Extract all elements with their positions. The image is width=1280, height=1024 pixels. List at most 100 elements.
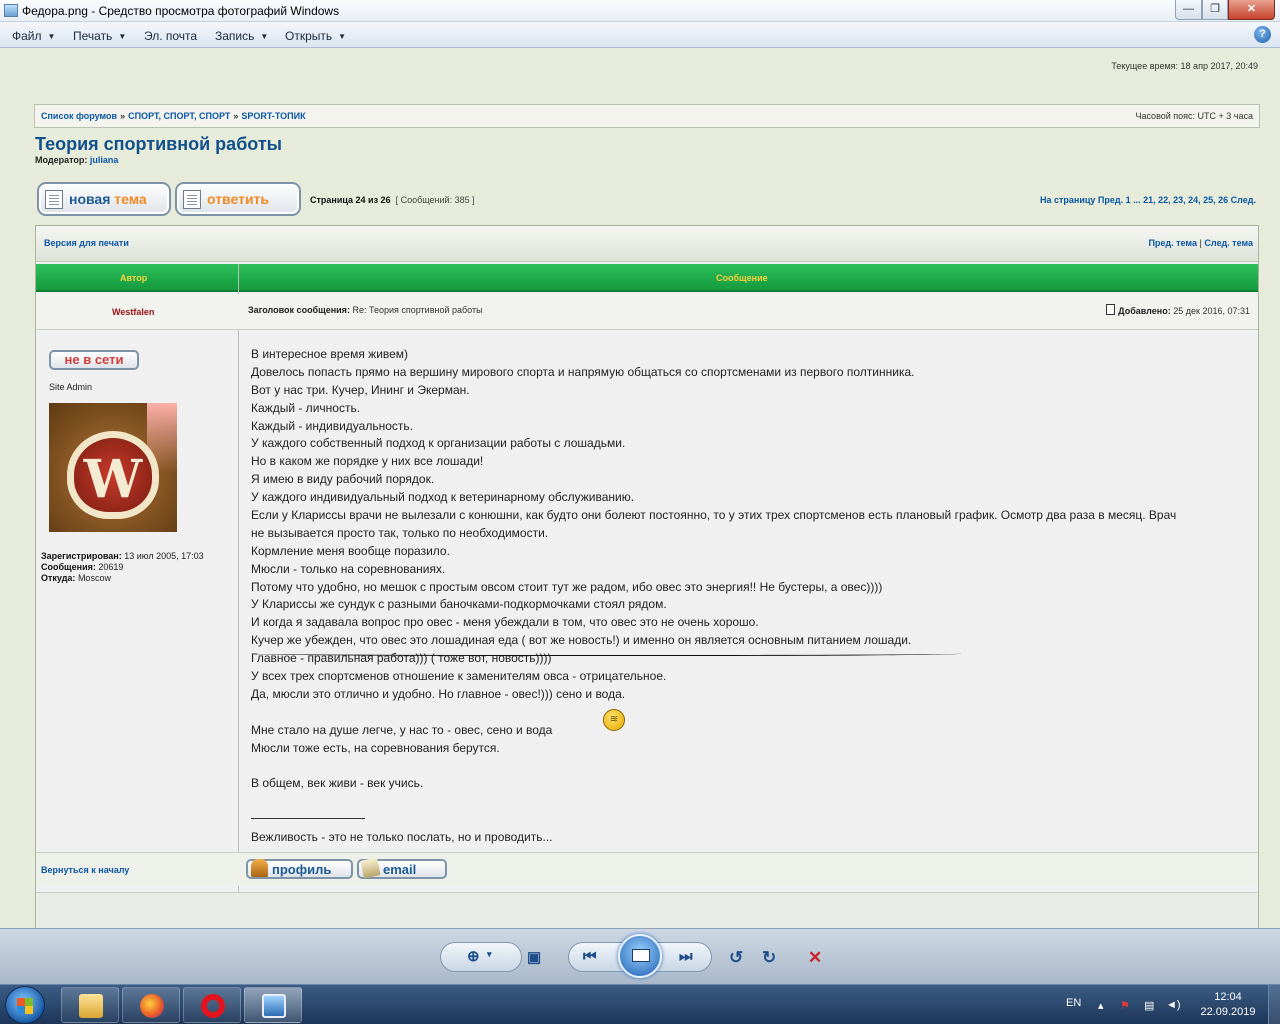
table-header: Автор Сообщение: [36, 264, 1258, 292]
post-date: Добавлено: 25 дек 2016, 07:31: [1106, 304, 1250, 316]
previous-icon[interactable]: ⏮: [583, 948, 597, 965]
topic-title[interactable]: Теория спортивной работы: [35, 134, 282, 155]
post-line: Вот у нас три. Кучер, Ининг и Экерман.: [251, 382, 470, 397]
envelope-icon: [360, 857, 381, 879]
menu-email[interactable]: Эл. почта: [144, 29, 197, 43]
breadcrumb-forum-list[interactable]: Список форумов: [41, 111, 117, 121]
window-title: Федора.png - Средство просмотра фотограф…: [22, 4, 340, 18]
next-topic-link[interactable]: След. тема: [1204, 238, 1253, 248]
displayed-image: Текущее время: 18 апр 2017, 20:49 Список…: [0, 48, 1280, 929]
prev-topic-link[interactable]: Пред. тема: [1148, 238, 1197, 248]
zoom-group: ⊕ ▾ ▣: [440, 942, 541, 972]
document-icon: [45, 190, 63, 209]
column-message: Сообщение: [716, 273, 768, 283]
page-info: Страница 24 из 26 [ Сообщений: 385 ]: [310, 195, 475, 205]
taskbar-firefox[interactable]: [122, 987, 180, 1023]
print-row: Версия для печати Пред. тема | След. тем…: [36, 226, 1258, 262]
post-line: Довелось попасть прямо на вершину мирово…: [251, 364, 915, 379]
smiley-icon: ≋: [603, 709, 625, 731]
title-bar: Федора.png - Средство просмотра фотограф…: [0, 0, 1280, 22]
post-line: Я имею в виду рабочий порядок.: [251, 472, 435, 487]
maximize-button[interactable]: ❐: [1202, 0, 1228, 20]
user-stats: Зарегистрирован: 13 июл 2005, 17:03 Сооб…: [41, 551, 204, 583]
breadcrumb-bar: Список форумов» СПОРТ, СПОРТ, СПОРТ» SPORT…: [34, 104, 1260, 128]
show-desktop-button[interactable]: [1268, 985, 1280, 1024]
post-line: [251, 757, 1251, 775]
breadcrumb-sport[interactable]: СПОРТ, СПОРТ, СПОРТ: [128, 111, 230, 121]
menu-burn[interactable]: Запись ▼: [215, 29, 268, 43]
menu-open[interactable]: Открыть ▼: [285, 29, 346, 43]
slideshow-button[interactable]: [618, 934, 662, 978]
handwritten-underline: [251, 650, 961, 656]
taskbar: EN ▴ ⚑ ▤ ◄) 12:04 22.09.2019: [0, 984, 1280, 1024]
rotate-right-icon[interactable]: ↻: [762, 948, 776, 968]
back-to-top-link[interactable]: Вернуться к началу: [41, 865, 129, 875]
post-line: не вызывается просто так, только по необ…: [251, 525, 549, 540]
actual-size-icon[interactable]: ▣: [527, 948, 541, 966]
chevron-down-icon: ▼: [338, 32, 347, 41]
minimize-button[interactable]: —: [1175, 0, 1202, 20]
post-line: Мне стало на душе легче, у нас то - овес…: [251, 722, 553, 737]
post-line: Кучер же убежден, что овес это лошадиная…: [251, 633, 912, 648]
post-line: Да, мюсли это отлично и удобно. Но главн…: [251, 686, 626, 701]
network-icon[interactable]: ▤: [1144, 999, 1154, 1012]
post-link-icon[interactable]: [1106, 304, 1116, 315]
folder-icon: [79, 994, 103, 1018]
post-line: В общем, век живи - век учись.: [251, 776, 424, 791]
post-body: ≋ В интересное время живем) Довелось попа…: [251, 346, 1251, 847]
breadcrumb-sport-topic[interactable]: SPORT-ТОПИК: [241, 111, 305, 121]
post-line: Мюсли тоже есть, на соревнования берутся…: [251, 740, 500, 755]
action-center-icon[interactable]: ⚑: [1120, 999, 1130, 1012]
clock[interactable]: 12:04 22.09.2019: [1196, 990, 1260, 1020]
next-icon[interactable]: ⏭: [679, 948, 693, 965]
post-header-row: Westfalen Заголовок сообщения: Re: Теори…: [36, 294, 1258, 330]
volume-icon[interactable]: ◄): [1166, 999, 1181, 1011]
reply-button[interactable]: ответить: [175, 182, 301, 216]
post-line: У всех трех спортсменов отношение к заме…: [251, 669, 667, 684]
posts-count: [ Сообщений: 385 ]: [395, 195, 475, 205]
moderator-link[interactable]: juliana: [90, 155, 119, 165]
menu-bar: Файл ▼ Печать ▼ Эл. почта Запись ▼ Открыть ▼…: [0, 22, 1280, 48]
pagination[interactable]: На страницу Пред. 1 ... 21, 22, 23, 24, …: [1040, 195, 1256, 205]
chevron-down-icon: ▼: [47, 32, 56, 41]
print-version-link[interactable]: Версия для печати: [44, 238, 129, 248]
photo-viewer-icon: [262, 994, 286, 1018]
slideshow-icon: [632, 949, 650, 962]
signature-divider: [251, 818, 365, 819]
new-topic-button[interactable]: новая тема: [37, 182, 171, 216]
zoom-icon[interactable]: ⊕: [467, 947, 480, 965]
taskbar-explorer[interactable]: [61, 987, 119, 1023]
delete-icon[interactable]: ✕: [808, 948, 822, 968]
post-line: [251, 793, 1251, 811]
user-rank: Site Admin: [49, 382, 93, 392]
profile-button[interactable]: профиль: [246, 859, 353, 879]
chevron-down-icon: ▼: [118, 32, 127, 41]
topic-table: Версия для печати Пред. тема | След. тем…: [35, 225, 1259, 929]
breadcrumb: Список форумов» СПОРТ, СПОРТ, СПОРТ» SPORT…: [41, 111, 306, 121]
post-line: Если у Кларисcы врачи не вылезали с коню…: [251, 508, 1177, 523]
rotate-left-icon[interactable]: ↺: [729, 948, 743, 968]
post-line: Вежливость - это не только послать, но и…: [251, 830, 553, 845]
chevron-down-icon: ▼: [260, 32, 269, 41]
post-author[interactable]: Westfalen: [112, 307, 154, 317]
post-line: И когда я задавала вопрос про овес - мен…: [251, 615, 759, 630]
photo-viewer-window: Федора.png - Средство просмотра фотограф…: [0, 0, 1280, 1024]
menu-file[interactable]: Файл ▼: [12, 29, 55, 43]
chevron-up-icon[interactable]: ▴: [1098, 999, 1104, 1012]
help-icon[interactable]: ?: [1254, 26, 1271, 43]
menu-print[interactable]: Печать ▼: [73, 29, 126, 43]
post-line: Потому что удобно, но мешок с простым ов…: [251, 579, 883, 594]
post-subject: Заголовок сообщения: Re: Теория спортивн…: [248, 305, 483, 315]
viewer-toolbar: ⊕ ▾ ▣ ⏮ ⏭ ↺ ↻ ✕: [0, 928, 1280, 984]
profile-icon: [251, 859, 268, 877]
taskbar-photo-viewer[interactable]: [244, 987, 302, 1023]
close-button[interactable]: ✕: [1228, 0, 1275, 20]
taskbar-opera[interactable]: [183, 987, 241, 1023]
email-button[interactable]: email: [357, 857, 447, 879]
firefox-icon: [140, 994, 164, 1018]
start-button[interactable]: [5, 986, 45, 1024]
chevron-down-icon[interactable]: ▾: [487, 949, 492, 960]
post-line: [251, 811, 1251, 829]
language-indicator[interactable]: EN: [1066, 997, 1081, 1009]
document-icon: [183, 190, 201, 209]
